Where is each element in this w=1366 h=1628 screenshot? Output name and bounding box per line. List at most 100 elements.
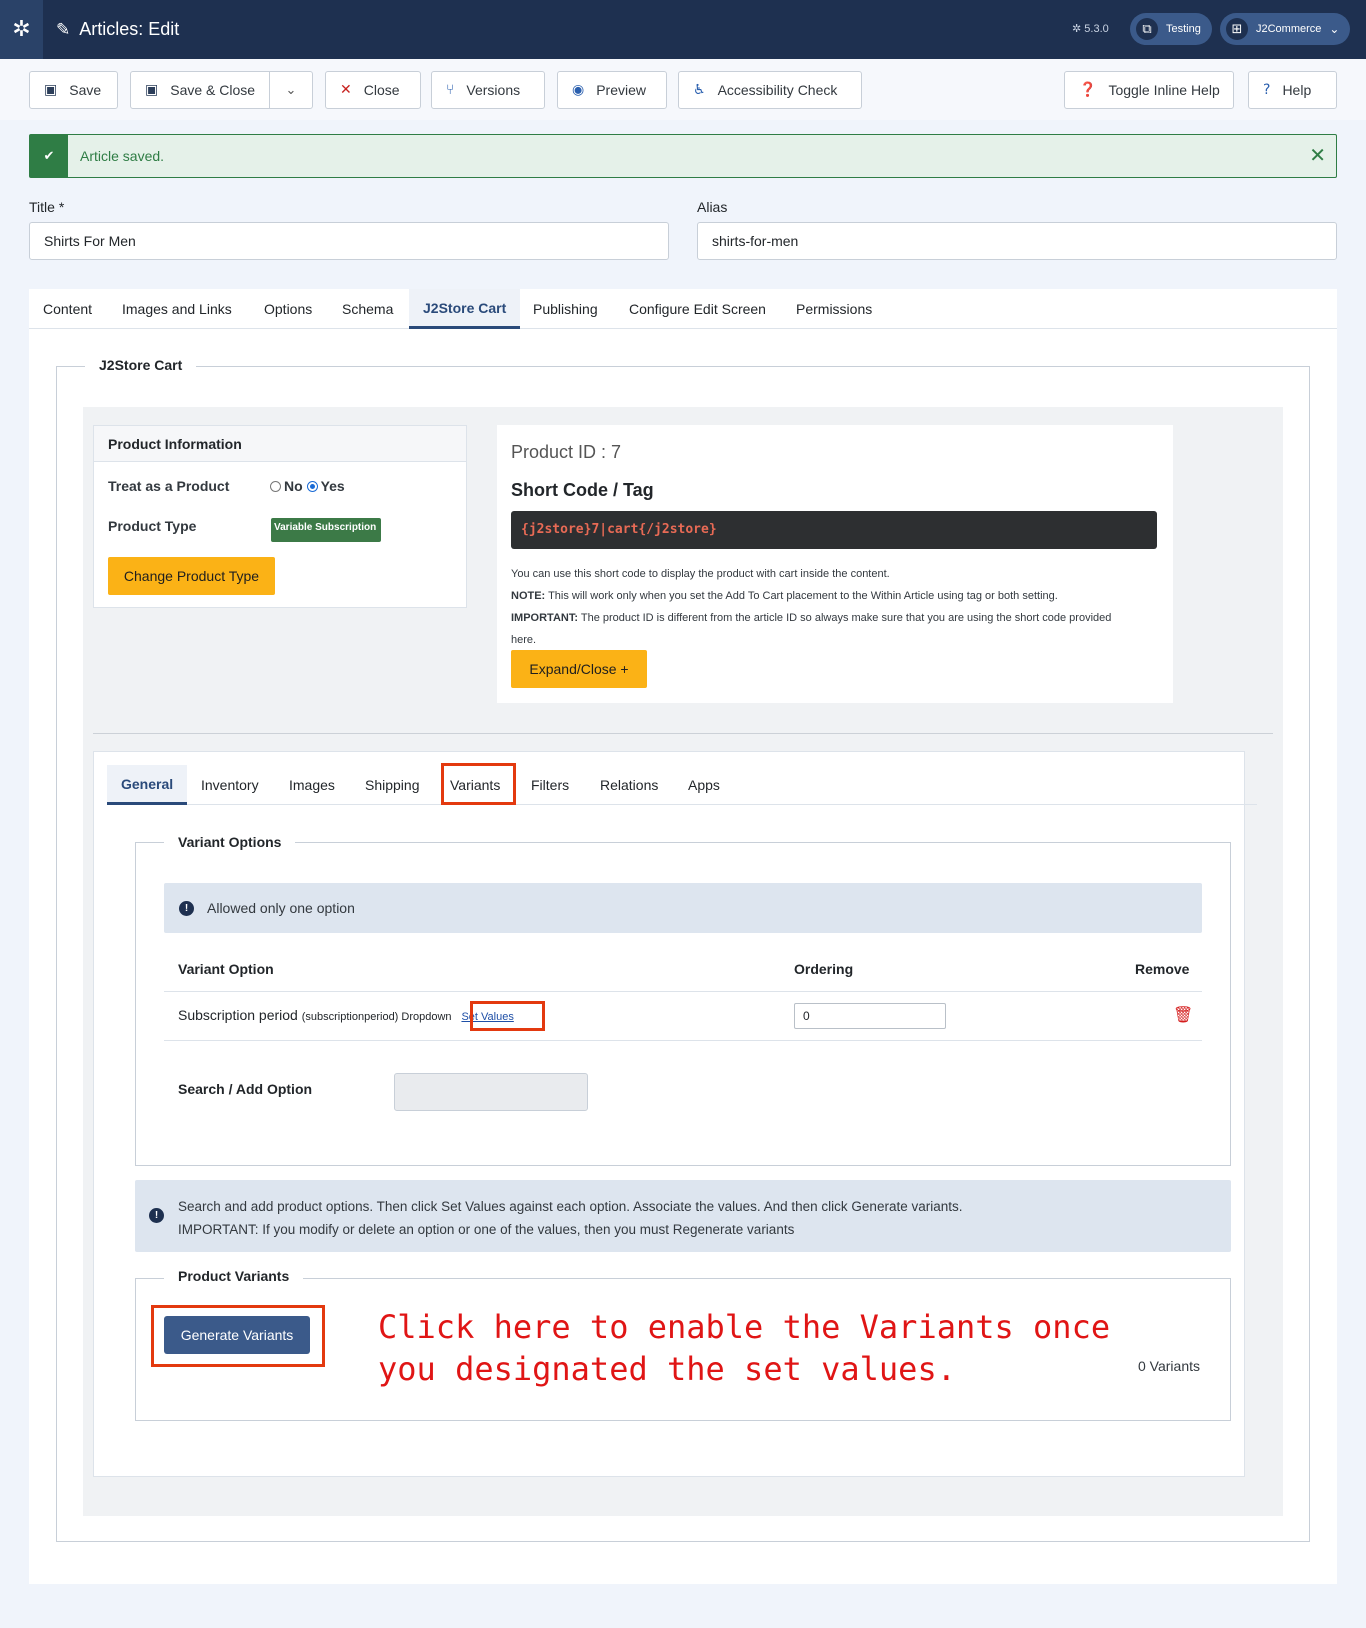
tab-configure-edit-screen[interactable]: Configure Edit Screen [629,289,766,329]
allowed-option-info: ! Allowed only one option [164,883,1202,933]
variants-count: 0 Variants [1138,1358,1200,1374]
product-variants-legend: Product Variants [164,1268,304,1284]
variant-option-detail: (subscriptionperiod) Dropdown [301,1011,452,1023]
variants-help-box: ! Search and add product options. Then c… [135,1180,1231,1252]
external-link-icon: ⧉ [1136,18,1158,40]
close-alert-icon[interactable]: ✕ [1309,143,1326,167]
versions-button[interactable]: ⑂ Versions [431,71,545,109]
important-text: The product ID is different from the art… [578,612,1112,624]
generate-variants-highlight [151,1305,325,1367]
change-product-type-button[interactable]: Change Product Type [108,557,275,595]
note-label: NOTE: [511,590,546,602]
toolbar: ▣ Save ▣ Save & Close ⌄ ✕ Close ⑂ Versions ◉… [0,59,1366,120]
info-icon: ! [149,1208,164,1223]
column-remove: Remove [1135,961,1190,977]
j2store-cart-legend: J2Store Cart [85,357,197,373]
save-close-button[interactable]: ▣ Save & Close [130,71,270,109]
table-header-divider [164,991,1202,992]
subtab-images[interactable]: Images [289,765,335,805]
site-link-button[interactable]: ⧉ Testing [1130,13,1212,45]
subtab-filters[interactable]: Filters [531,765,569,805]
section-divider [93,733,1273,734]
accessibility-icon: ♿ [693,82,706,98]
trash-icon[interactable]: 🗑 [1173,1005,1193,1024]
radio-yes[interactable] [306,481,318,492]
preview-label: Preview [596,82,647,98]
shortcode-note: NOTE: This will work only when you set t… [511,585,1058,607]
search-add-option-input[interactable] [394,1073,588,1111]
check-circle-icon: ✔ [30,135,68,177]
tab-permissions[interactable]: Permissions [796,289,872,329]
treat-as-product-radios: No Yes [270,478,345,494]
title-label: Title * [29,199,65,215]
save-dropdown-toggle[interactable]: ⌄ [269,71,313,109]
save-label: Save [69,82,102,98]
close-label: Close [363,82,400,98]
joomla-logo-icon[interactable]: ✲ [0,0,43,59]
ordering-input[interactable]: 0 [794,1003,946,1029]
table-row-divider [164,1040,1202,1041]
help-button[interactable]: ? Help [1248,71,1337,109]
save-button[interactable]: ▣ Save [29,71,118,109]
versions-label: Versions [466,82,521,98]
site-link-label: Testing [1166,23,1201,35]
help-label: Help [1282,82,1312,98]
subtab-inventory[interactable]: Inventory [201,765,259,805]
close-icon: ✕ [340,82,352,98]
info-icon: ! [179,901,194,916]
tab-images-links[interactable]: Images and Links [122,289,232,329]
shortcode-value[interactable]: {j2store}7|cart{/j2store} [511,511,1157,549]
variants-help-line1: Search and add product options. Then cli… [178,1199,963,1214]
floppy-icon: ▣ [44,82,58,98]
user-menu-button[interactable]: ⊞ J2Commerce ⌄ [1220,13,1350,45]
chevron-down-icon: ⌄ [285,82,297,98]
grid-icon: ⊞ [1226,18,1248,40]
tab-options[interactable]: Options [264,289,312,329]
floppy-icon: ▣ [145,82,159,98]
shortcode-heading: Short Code / Tag [511,480,654,500]
success-alert: ✔ Article saved. ✕ [29,134,1337,178]
tab-j2store-cart[interactable]: J2Store Cart [409,289,521,329]
variant-option-name: Subscription period [178,1007,298,1023]
page-title-text: Articles: Edit [79,19,180,39]
subtab-apps[interactable]: Apps [688,765,720,805]
note-text: This will work only when you set the Add… [545,590,1058,602]
variants-help-line2: IMPORTANT: If you modify or delete an op… [178,1222,795,1237]
subtab-general[interactable]: General [107,765,188,805]
top-header: ✲ ✎ Articles: Edit ✲ 5.3.0 ⧉ Testing ⊞ J… [0,0,1366,59]
annotation-text: Click here to enable the Variants once y… [378,1306,1110,1390]
title-input[interactable]: Shirts For Men [29,222,669,260]
question-icon: ? [1263,82,1271,98]
variants-help-text: Search and add product options. Then cli… [178,1195,962,1241]
important-label: IMPORTANT: [511,612,579,624]
question-circle-icon: ❓ [1079,82,1097,98]
product-id: Product ID : 7 [511,442,622,462]
preview-button[interactable]: ◉ Preview [557,71,667,109]
main-tabs: Content Images and Links Options Schema … [29,289,1337,329]
subtab-shipping[interactable]: Shipping [365,765,420,805]
page-title: ✎ Articles: Edit [56,0,179,59]
expand-close-button[interactable]: Expand/Close + [511,650,647,688]
close-button[interactable]: ✕ Close [325,71,421,109]
chevron-down-icon: ⌄ [1329,22,1340,36]
treat-as-product-label: Treat as a Product [108,478,230,494]
variant-options-legend: Variant Options [164,834,296,850]
tab-schema[interactable]: Schema [342,289,393,329]
alias-label: Alias [697,199,728,215]
alias-input[interactable]: shirts-for-men [697,222,1337,260]
tab-content[interactable]: Content [43,289,92,329]
pencil-icon: ✎ [56,19,71,40]
product-type-label: Product Type [108,518,197,534]
branch-icon: ⑂ [446,82,455,98]
alert-message: Article saved. [80,148,165,164]
version-text: 5.3.0 [1084,23,1109,35]
accessibility-check-button[interactable]: ♿ Accessibility Check [678,71,862,109]
table-row: Subscription period (subscriptionperiod)… [178,1007,514,1023]
product-type-badge: Variable Subscription [271,518,381,542]
product-information-heading: Product Information [94,426,466,462]
subtab-relations[interactable]: Relations [600,765,658,805]
radio-no[interactable] [270,481,281,492]
tab-publishing[interactable]: Publishing [533,289,598,329]
annotation-line1: Click here to enable the Variants once [378,1308,1111,1346]
toggle-inline-help-button[interactable]: ❓ Toggle Inline Help [1064,71,1234,109]
